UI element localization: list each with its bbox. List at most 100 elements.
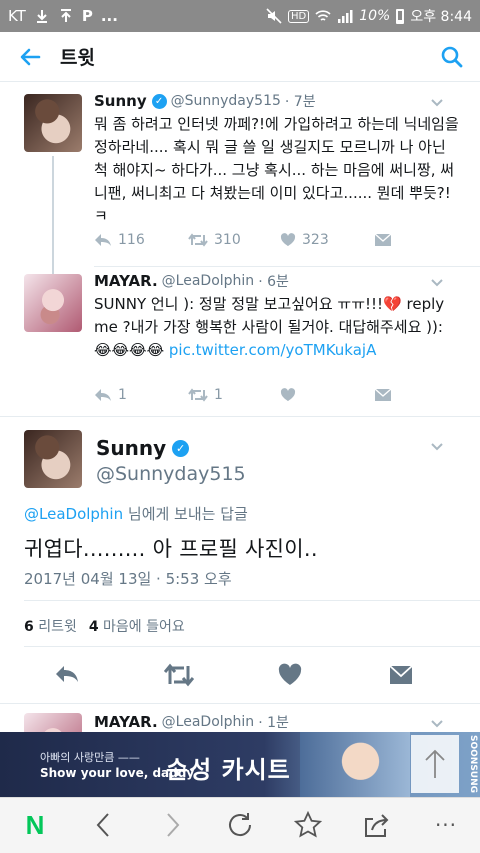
like-heart-icon xyxy=(280,388,296,401)
wifi-icon xyxy=(315,10,331,21)
tweet-author-name[interactable]: Sunny xyxy=(94,92,147,110)
more-notifications-icon: ... xyxy=(100,7,118,25)
reply-context-label: 님에게 보내는 답글 xyxy=(123,505,248,523)
download-icon xyxy=(36,10,47,23)
main-author-name[interactable]: Sunny xyxy=(96,436,166,460)
main-tweet-date: 2017년 04월 13일 · 5:53 오후 xyxy=(24,570,232,588)
main-author-handle: @Sunnyday515 xyxy=(96,463,246,485)
retweet-stat[interactable]: 6 리트윗 xyxy=(24,616,77,636)
tweet-author-handle: @LeaDolphin xyxy=(161,273,255,289)
retweet-count: 1 xyxy=(214,387,223,403)
back-button[interactable] xyxy=(88,810,118,840)
tweet-text: 뭐 좀 하려고 인터넷 까페?!에 가입하려고 하는데 닉네임을 정하라네...… xyxy=(94,115,459,225)
retweet-icon xyxy=(188,233,208,247)
tweet-time: · 7분 xyxy=(284,94,316,110)
star-icon xyxy=(294,811,322,838)
ad-brand: SOONSUNG xyxy=(468,735,478,794)
tweet-time: · 1분 xyxy=(258,715,289,731)
retweet-icon[interactable] xyxy=(164,662,194,688)
reply-icon[interactable] xyxy=(54,662,80,688)
share-icon xyxy=(365,814,389,837)
carrier-label: KT xyxy=(8,7,26,25)
avatar[interactable] xyxy=(24,274,82,332)
tweet-author-name[interactable]: MAYAR. xyxy=(94,272,158,290)
reply-to-handle[interactable]: @LeaDolphin xyxy=(24,505,123,523)
clock: 오후 8:44 xyxy=(410,9,472,25)
stats-divider xyxy=(24,600,480,601)
bookmark-button[interactable] xyxy=(293,810,323,840)
mute-icon xyxy=(266,8,282,24)
more-menu-button[interactable]: ··· xyxy=(428,810,464,840)
share-button[interactable] xyxy=(362,810,392,840)
back-arrow-icon xyxy=(20,48,41,65)
signal-icon xyxy=(338,10,353,23)
back-button[interactable] xyxy=(0,32,60,82)
reply-icon xyxy=(95,234,111,246)
like-stat[interactable]: 4 마음에 들어요 xyxy=(89,616,185,636)
search-icon xyxy=(441,46,463,67)
retweet-icon xyxy=(188,388,208,402)
verified-icon: ✓ xyxy=(172,439,190,457)
battery-icon xyxy=(396,8,405,24)
chevron-down-icon[interactable] xyxy=(430,276,444,290)
dm-button[interactable] xyxy=(374,388,392,402)
forward-button[interactable] xyxy=(158,810,188,840)
dm-envelope-icon[interactable] xyxy=(388,662,414,688)
main-tweet-text: 귀엽다......... 아 프로필 사진이.. xyxy=(24,537,318,561)
browser-toolbar: N ··· xyxy=(0,797,480,853)
tweet-item[interactable]: MAYAR. @LeaDolphin · 6분 SUNNY 언니 ): 정말 정… xyxy=(0,266,480,416)
retweet-button[interactable]: 310 xyxy=(188,232,280,248)
dm-button[interactable] xyxy=(374,233,392,247)
scroll-top-icon xyxy=(425,749,445,778)
tweet-author-handle: @Sunnyday515 xyxy=(170,93,281,109)
page-title: 트윗 xyxy=(60,47,95,69)
chevron-right-icon xyxy=(167,813,180,837)
thread-line xyxy=(52,156,54,281)
stats-divider xyxy=(24,646,480,647)
status-bar: KT P ... HD 10% 오후 8:44 xyxy=(0,0,480,32)
chevron-left-icon xyxy=(96,813,109,837)
ad-tagline: 아빠의 사랑만큼 —— xyxy=(40,751,140,764)
like-heart-icon[interactable] xyxy=(277,662,303,688)
avatar[interactable] xyxy=(24,713,82,733)
scroll-top-button[interactable] xyxy=(411,735,459,793)
like-button[interactable] xyxy=(280,388,374,402)
dm-envelope-icon xyxy=(374,388,392,401)
refresh-icon xyxy=(229,813,252,837)
naver-home-button[interactable]: N xyxy=(20,810,50,840)
tweet-author-name[interactable]: MAYAR. xyxy=(94,713,158,731)
ad-image xyxy=(300,732,410,797)
chevron-down-icon[interactable] xyxy=(430,440,444,454)
tweet-divider xyxy=(0,416,480,417)
like-heart-icon xyxy=(280,233,296,246)
avatar[interactable] xyxy=(24,430,82,488)
reply-button[interactable]: 116 xyxy=(94,232,188,248)
upload-icon xyxy=(60,9,71,22)
retweet-button[interactable]: 1 xyxy=(188,387,280,403)
reply-context: @LeaDolphin 님에게 보내는 답글 xyxy=(24,503,248,524)
tweet-link[interactable]: pic.twitter.com/yoTMKukajA xyxy=(169,341,376,359)
hd-badge: HD xyxy=(287,9,310,23)
chevron-down-icon[interactable] xyxy=(430,717,444,731)
search-button[interactable] xyxy=(424,32,480,82)
reply-count: 1 xyxy=(118,387,127,403)
reply-count: 116 xyxy=(118,232,145,248)
app-header: 트윗 xyxy=(0,32,480,82)
like-count: 323 xyxy=(302,232,329,248)
tweet-item[interactable]: Sunny ✓ @Sunnyday515 · 7분 뭐 좀 하려고 인터넷 까페… xyxy=(0,82,480,281)
verified-icon: ✓ xyxy=(151,93,167,109)
dm-envelope-icon xyxy=(374,233,392,246)
ad-headline: 순성 카시트 xyxy=(166,756,291,784)
ad-banner[interactable]: 아빠의 사랑만큼 —— Show your love, daddy 순성 카시트 xyxy=(0,732,480,797)
avatar[interactable] xyxy=(24,94,82,152)
main-tweet-actions xyxy=(0,656,480,696)
p-badge-icon: P xyxy=(81,7,93,25)
reply-button[interactable]: 1 xyxy=(94,387,188,403)
tweet-item[interactable]: MAYAR. @LeaDolphin · 1분 xyxy=(0,703,480,733)
chevron-down-icon[interactable] xyxy=(430,96,444,110)
tweet-time: · 6분 xyxy=(258,274,289,290)
refresh-button[interactable] xyxy=(225,810,255,840)
like-button[interactable]: 323 xyxy=(280,232,374,248)
tweet-text: SUNNY 언니 ): 정말 정말 보고싶어요 ㅠㅠ!!!💔 reply me … xyxy=(94,293,460,362)
reply-icon xyxy=(95,389,111,401)
